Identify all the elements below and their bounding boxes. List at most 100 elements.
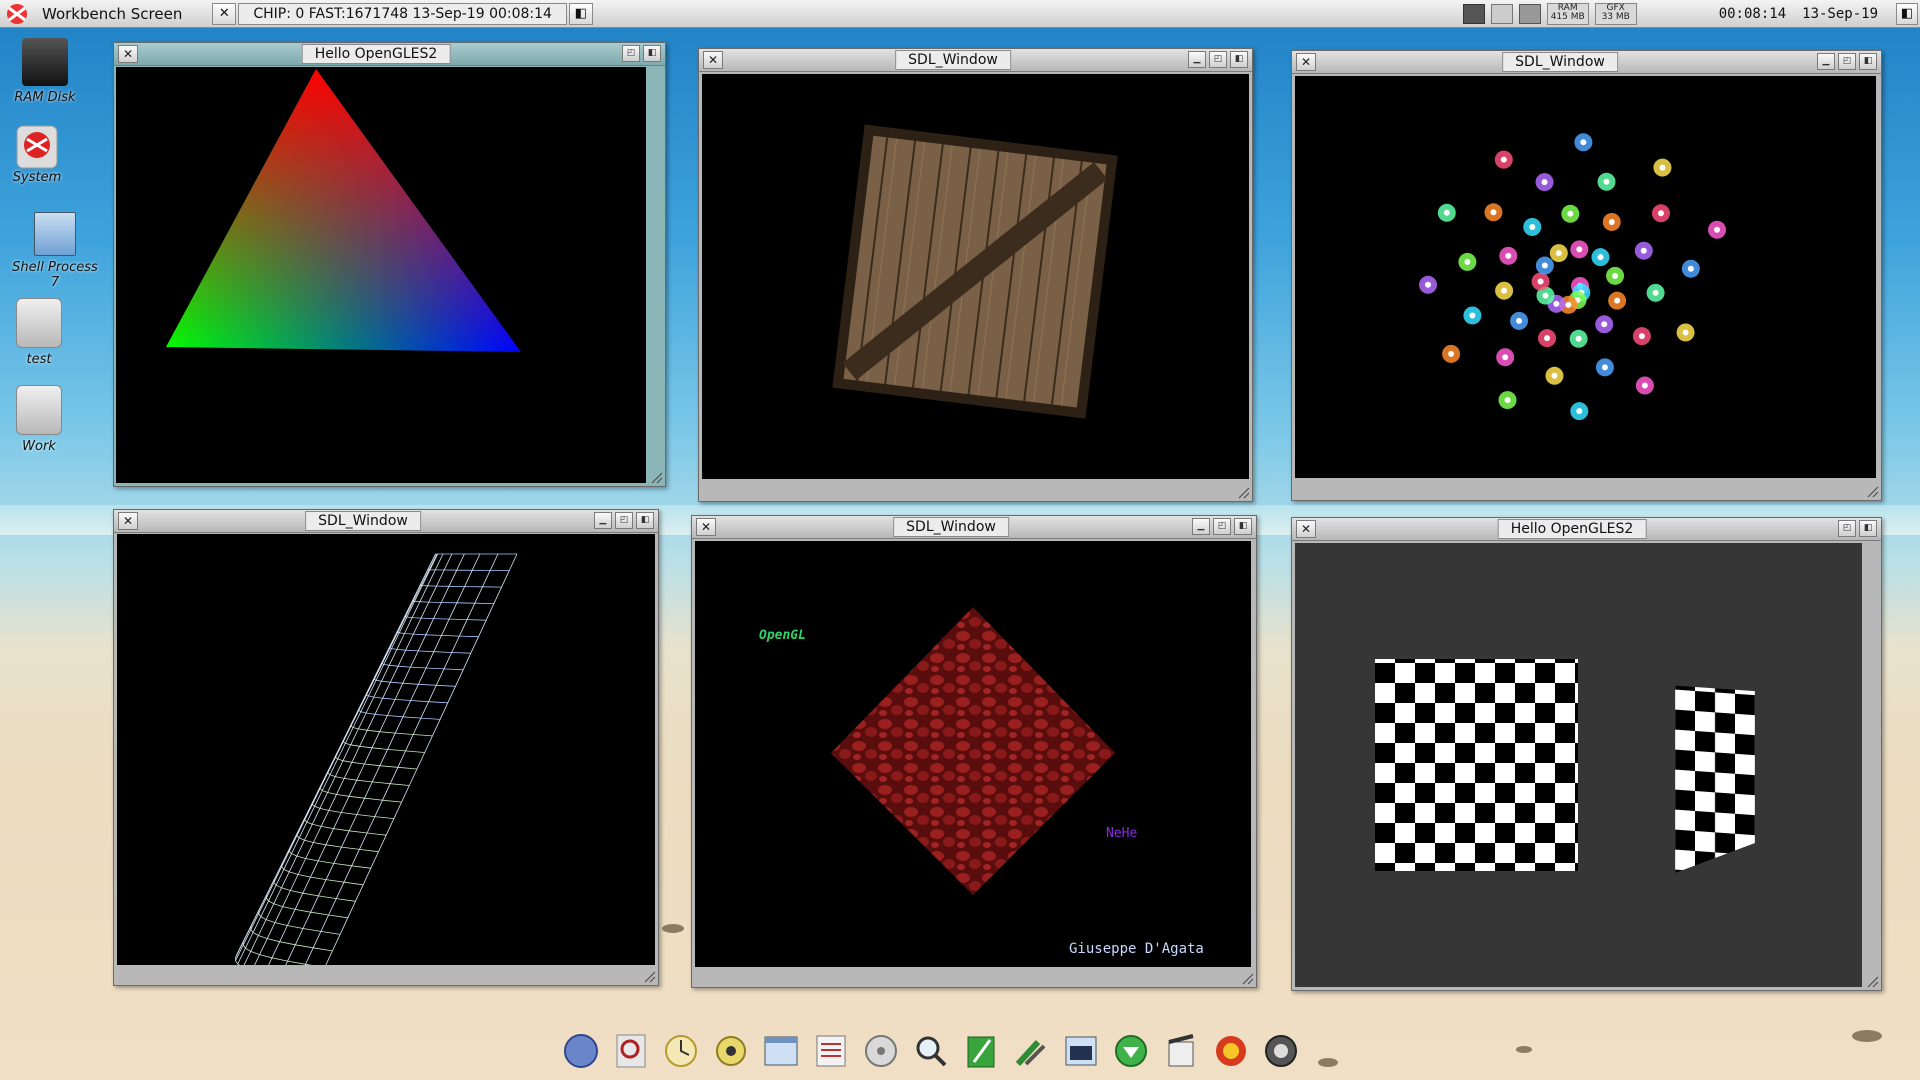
close-icon[interactable]: ✕ [696, 518, 716, 536]
window-hello-opengles2[interactable]: ✕ Hello OpenGLES2 ◰ ◧ [113, 42, 666, 487]
close-screen-icon[interactable]: ✕ [212, 2, 237, 25]
close-icon[interactable]: ✕ [118, 45, 138, 63]
boing-ball-icon[interactable] [0, 0, 34, 27]
mesh-line [327, 769, 410, 786]
desktop-icon-system[interactable]: System [0, 122, 82, 185]
screen-depth-icon[interactable]: ◧ [568, 2, 593, 25]
tools-icon[interactable] [1010, 1030, 1052, 1072]
disk-icon[interactable] [860, 1030, 902, 1072]
window-titlebar[interactable]: ✕ SDL_Window ▁ ◰ ◧ [114, 510, 658, 533]
particle-core [1659, 164, 1666, 171]
screen-icon[interactable] [1462, 3, 1485, 24]
shell-icon[interactable] [1060, 1030, 1102, 1072]
desktop-icon-work[interactable]: Work [0, 385, 84, 454]
depth-icon[interactable]: ◧ [1859, 520, 1877, 537]
resize-icon[interactable] [1238, 487, 1250, 499]
resize-icon[interactable] [651, 472, 663, 484]
gl-canvas-checker[interactable] [1295, 543, 1862, 987]
iconify-icon[interactable]: ▁ [594, 512, 612, 529]
checkerboard-flat [1375, 659, 1578, 871]
notes-icon[interactable] [810, 1030, 852, 1072]
resize-icon[interactable] [1867, 486, 1879, 498]
desktop-icon-ram-disk[interactable]: RAM Disk [0, 38, 90, 105]
ram-disk-icon [22, 38, 68, 86]
clock-icon[interactable] [660, 1030, 702, 1072]
mesh-line [268, 553, 465, 965]
particle-core [1567, 210, 1574, 217]
close-icon[interactable]: ✕ [1296, 53, 1316, 71]
particle-core [1682, 329, 1689, 336]
gl-canvas-particles[interactable] [1295, 76, 1876, 478]
close-icon[interactable]: ✕ [703, 51, 723, 69]
game-icon[interactable] [1210, 1030, 1252, 1072]
download-icon[interactable] [1110, 1030, 1152, 1072]
amiga-orb-icon[interactable] [560, 1030, 602, 1072]
window-hello-opengles2-checker[interactable]: ✕ Hello OpenGLES2 ◰ ◧ [1291, 517, 1882, 991]
resize-icon[interactable] [1242, 973, 1254, 985]
particle-core [1542, 292, 1549, 299]
iconify-icon[interactable]: ▁ [1192, 518, 1210, 535]
screen-title-bar: Workbench Screen ✕ CHIP: 0 FAST:1671748 … [0, 0, 1920, 28]
desktop-icon-test[interactable]: test [0, 298, 84, 367]
pebble [1318, 1058, 1338, 1067]
cpu-icon[interactable] [1518, 3, 1541, 24]
window-title: SDL_Window [1502, 52, 1618, 72]
particle-core [1597, 254, 1604, 261]
gl-canvas-triangle[interactable] [116, 67, 646, 483]
window-sdl-wireframe[interactable]: ✕ SDL_Window ▁ ◰ ◧ [113, 509, 659, 986]
desktop-icon-shell[interactable]: Shell Process 7 [10, 212, 100, 290]
media-icon[interactable] [1160, 1030, 1202, 1072]
screen-depth-icon[interactable]: ◧ [1896, 2, 1918, 25]
depth-icon[interactable]: ◧ [1859, 53, 1877, 70]
gl-canvas-nehe[interactable]: OpenGL NeHe Giuseppe D'Agata [695, 541, 1251, 967]
particle-core [1504, 397, 1511, 404]
clock-date: 13-Sep-19 [1802, 5, 1878, 22]
particle-core [1576, 246, 1583, 253]
depth-icon[interactable]: ◧ [1230, 51, 1248, 68]
depth-icon[interactable]: ◧ [643, 45, 661, 62]
window-titlebar[interactable]: ✕ Hello OpenGLES2 ◰ ◧ [114, 43, 665, 66]
zoom-icon[interactable]: ◰ [1213, 518, 1231, 535]
screen-title: Workbench Screen [42, 4, 183, 23]
resize-icon[interactable] [644, 971, 656, 983]
window-title: SDL_Window [893, 517, 1009, 537]
gl-canvas-crate[interactable] [702, 74, 1249, 479]
zoom-icon[interactable]: ◰ [615, 512, 633, 529]
close-icon[interactable]: ✕ [118, 512, 138, 530]
window-sdl-particles[interactable]: ✕ SDL_Window ▁ ◰ ◧ [1291, 50, 1882, 501]
mesh-line [426, 569, 510, 571]
window-sdl-crate[interactable]: ✕ SDL_Window ▁ ◰ ◧ [698, 48, 1253, 502]
speaker-icon[interactable] [1260, 1030, 1302, 1072]
search-icon[interactable] [910, 1030, 952, 1072]
zoom-icon[interactable]: ◰ [1838, 520, 1856, 537]
depth-icon[interactable]: ◧ [1234, 518, 1252, 535]
iconify-icon[interactable]: ▁ [1817, 53, 1835, 70]
particle-core [1464, 258, 1471, 265]
particle-core [1687, 265, 1694, 272]
iconify-icon[interactable]: ▁ [1188, 51, 1206, 68]
pebble [662, 924, 684, 933]
mesh-line [404, 615, 487, 621]
window-titlebar[interactable]: ✕ SDL_Window ▁ ◰ ◧ [692, 516, 1256, 539]
window-title: Hello OpenGLES2 [301, 44, 451, 64]
window-titlebar[interactable]: ✕ SDL_Window ▁ ◰ ◧ [1292, 51, 1881, 74]
window-titlebar[interactable]: ✕ Hello OpenGLES2 ◰ ◧ [1292, 518, 1881, 541]
zoom-icon[interactable]: ◰ [1838, 53, 1856, 70]
find-icon[interactable] [610, 1030, 652, 1072]
prefs-icon[interactable] [710, 1030, 752, 1072]
depth-icon[interactable]: ◧ [636, 512, 654, 529]
zoom-icon[interactable]: ◰ [622, 45, 640, 62]
window-titlebar[interactable]: ✕ SDL_Window ▁ ◰ ◧ [699, 49, 1252, 72]
close-icon[interactable]: ✕ [1296, 520, 1316, 538]
display-icon[interactable] [1490, 3, 1513, 24]
edit-icon[interactable] [960, 1030, 1002, 1072]
mesh-line [411, 599, 494, 604]
gl-canvas-wireframe[interactable] [117, 534, 655, 965]
window-sdl-nehe[interactable]: ✕ SDL_Window ▁ ◰ ◧ OpenGL NeHe Giuseppe … [691, 515, 1257, 988]
particle-core [1502, 354, 1509, 361]
zoom-icon[interactable]: ◰ [1209, 51, 1227, 68]
mesh-line [304, 553, 499, 965]
resize-icon[interactable] [1867, 976, 1879, 988]
window-icon[interactable] [760, 1030, 802, 1072]
mesh-line [381, 661, 464, 671]
